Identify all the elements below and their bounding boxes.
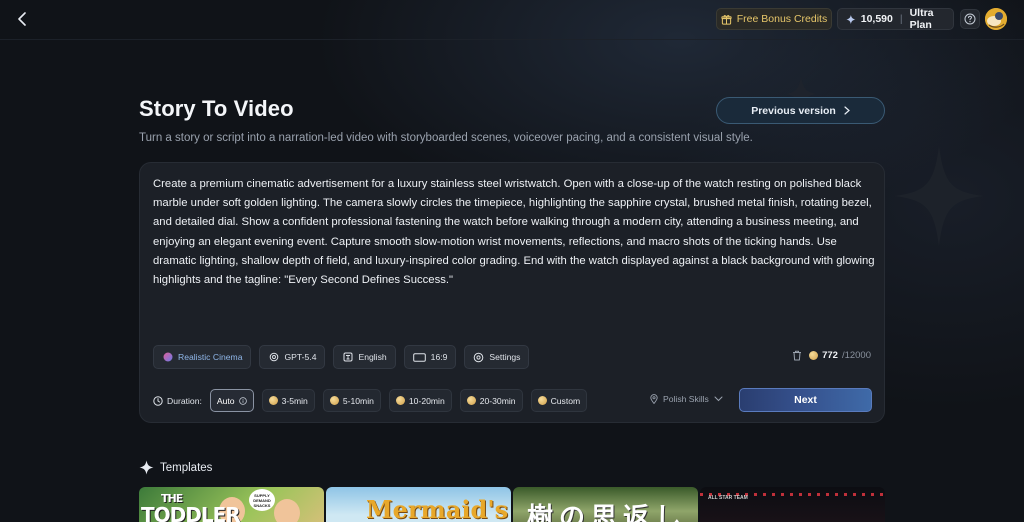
plan-credits-button[interactable]: 10,590 | Ultra Plan — [837, 7, 954, 31]
coin-icon — [466, 396, 476, 405]
palette-icon — [163, 352, 172, 362]
counter-count: 772 — [822, 350, 838, 361]
polish-skills-dropdown[interactable]: Polish Skills — [650, 394, 723, 404]
model-chip-label: GPT-5.4 — [284, 352, 317, 362]
templates-heading: Templates — [139, 460, 212, 475]
location-pin-icon — [650, 394, 658, 404]
gift-icon — [721, 14, 732, 25]
template-title-text: Mermaid's — [366, 495, 509, 522]
duration-option-5-10min[interactable]: 5-10min — [322, 389, 381, 412]
chevron-left-icon — [18, 12, 26, 26]
template-title-text: THE TODDLER — [141, 491, 241, 522]
previous-version-label: Previous version — [751, 104, 836, 117]
bonus-label: Free Bonus Credits — [736, 13, 828, 25]
settings-chip[interactable]: Settings — [464, 345, 530, 369]
duration-option-label: 5-10min — [342, 395, 374, 406]
templates-heading-label: Templates — [160, 461, 213, 474]
template-thumbnail[interactable]: THE TODDLER SUPPLY DEMAND SNACKS — [139, 487, 324, 522]
character-counter: 772 /12000 — [792, 350, 871, 361]
aspect-ratio-label: 16:9 — [430, 352, 448, 362]
plan-name: Ultra Plan — [909, 7, 934, 31]
coin-icon — [537, 396, 547, 405]
help-button[interactable] — [960, 9, 980, 29]
page-title: Story To Video — [139, 96, 294, 121]
chevron-down-icon — [714, 396, 723, 402]
separator: | — [899, 13, 903, 25]
credits-count: 10,590 — [860, 13, 893, 25]
duration-option-20-30min[interactable]: 20-30min — [459, 389, 523, 412]
avatar-image-icon — [985, 8, 1007, 30]
duration-option-label: 3-5min — [281, 395, 308, 406]
duration-option-3-5min[interactable]: 3-5min — [261, 389, 315, 412]
info-icon — [238, 396, 247, 405]
duration-option-auto[interactable]: Auto — [209, 389, 254, 412]
speech-bubble: SUPPLY DEMAND SNACKS — [249, 489, 275, 511]
sparkle-icon — [846, 14, 856, 24]
style-chip-label: Realistic Cinema — [178, 352, 243, 362]
translate-icon — [343, 352, 353, 362]
duration-label-group: Duration: — [153, 396, 202, 406]
avatar[interactable] — [985, 8, 1007, 30]
story-editor-card: Create a premium cinematic advertisement… — [139, 162, 885, 423]
model-chip[interactable]: GPT-5.4 — [259, 345, 326, 369]
duration-row: Duration: Auto 3-5min 5-10min 10-20min 2… — [153, 389, 588, 412]
duration-option-10-20min[interactable]: 10-20min — [388, 389, 452, 412]
template-title-text: 樹の思返し — [527, 503, 688, 522]
coin-icon — [329, 396, 339, 405]
gear-icon — [474, 352, 484, 362]
duration-option-custom[interactable]: Custom — [530, 389, 588, 412]
story-prompt-textarea[interactable]: Create a premium cinematic advertisement… — [153, 175, 875, 290]
coin-icon — [395, 396, 405, 405]
duration-option-label: Auto — [216, 395, 235, 406]
duration-option-label: Custom — [550, 395, 581, 406]
free-bonus-credits-button[interactable]: Free Bonus Credits — [716, 8, 832, 30]
coin-icon — [809, 351, 819, 360]
settings-chip-label: Settings — [489, 352, 521, 362]
next-button[interactable]: Next — [739, 388, 872, 412]
template-title-text: ALL STAR TEAM — [708, 495, 748, 501]
duration-label: Duration: — [167, 395, 202, 406]
sparkle-decoration-icon — [894, 146, 984, 246]
sparkle-icon — [139, 460, 154, 475]
style-chip[interactable]: Realistic Cinema — [153, 345, 252, 369]
previous-version-button[interactable]: Previous version — [716, 97, 885, 124]
coin-icon — [268, 396, 278, 405]
template-thumbnail[interactable]: 樹の思返し — [513, 487, 698, 522]
duration-option-label: 10-20min — [408, 395, 445, 406]
polish-skills-label: Polish Skills — [663, 394, 709, 404]
openai-icon — [269, 352, 279, 362]
options-chip-row: Realistic Cinema GPT-5.4 English 16:9 Se… — [153, 345, 530, 369]
thumbnail-face — [274, 499, 300, 522]
clock-icon — [153, 395, 163, 406]
page-subtitle: Turn a story or script into a narration-… — [139, 132, 753, 144]
clear-text-button[interactable] — [792, 350, 802, 361]
aspect-ratio-chip[interactable]: 16:9 — [403, 345, 457, 369]
back-button[interactable] — [12, 8, 32, 30]
duration-option-label: 20-30min — [479, 395, 516, 406]
question-circle-icon — [964, 13, 976, 25]
top-bar: Free Bonus Credits 10,590 | Ultra Plan — [0, 0, 1024, 40]
counter-total: /12000 — [841, 350, 871, 361]
aspect-ratio-icon — [412, 352, 426, 362]
template-thumbnail[interactable]: ALL STAR TEAM — [700, 487, 885, 522]
template-thumbnail[interactable]: Mermaid's — [326, 487, 511, 522]
trash-icon — [793, 350, 802, 361]
template-title-main: TODDLER — [141, 503, 241, 522]
chevron-right-icon — [844, 106, 850, 115]
language-chip-label: English — [358, 352, 387, 362]
language-chip[interactable]: English — [333, 345, 396, 369]
